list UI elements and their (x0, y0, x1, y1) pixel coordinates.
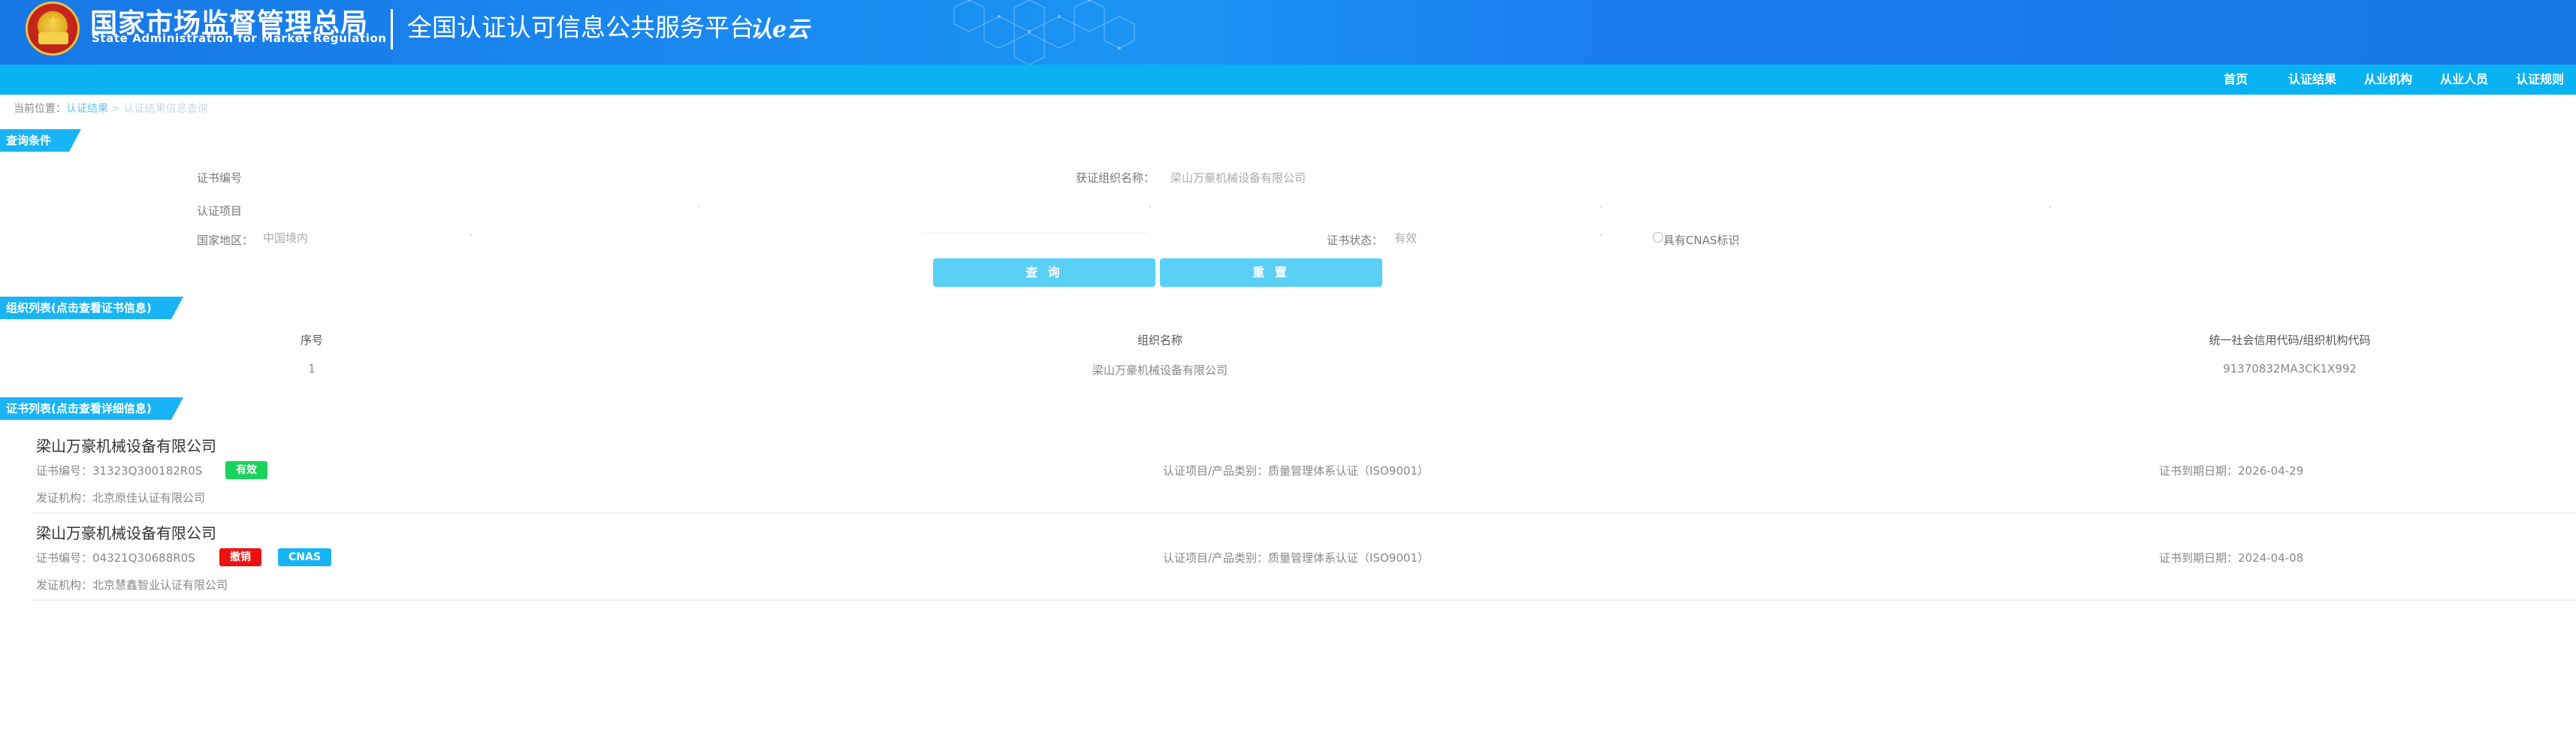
status-badge: 有效 (225, 461, 267, 479)
region-sub-select[interactable] (923, 233, 1148, 234)
cert-project: 认证项目/产品类别：质量管理体系认证（ISO9001） (1163, 464, 1429, 478)
cnas-badge: CNAS (278, 548, 331, 566)
cert-expiry: 证书到期日期：2026-04-29 (2159, 464, 2304, 478)
col-header-index: 序号 (300, 333, 324, 347)
cert-expiry: 证书到期日期：2024-04-08 (2159, 551, 2304, 565)
emblem-star-icon: ★ (46, 12, 61, 31)
national-emblem-icon: ★ (26, 2, 80, 56)
nav-item-home[interactable]: 首页 (2224, 65, 2248, 95)
hexagon-pattern-decoration (953, 0, 1135, 65)
cnas-checkbox[interactable] (1653, 232, 1663, 243)
cert-number: 证书编号：31323Q300182R0S (36, 464, 203, 478)
cert-org-name[interactable]: 梁山万豪机械设备有限公司 (36, 434, 216, 456)
breadcrumb: 当前位置：认证结果 > 认证结果信息查询 (14, 101, 208, 116)
region-select[interactable]: 中国境内 (263, 230, 308, 246)
row-index: 1 (308, 362, 316, 376)
cert-list-section-title: 证书列表(点击查看详细信息) (0, 397, 183, 420)
org-name-label: 获证组织名称： (1076, 171, 1155, 185)
field-divider (699, 206, 700, 207)
breadcrumb-current: 认证结果信息查询 (123, 103, 208, 115)
cert-issuer: 发证机构：北京慧鑫智业认证有限公司 (36, 578, 228, 592)
breadcrumb-prefix: 当前位置： (14, 103, 66, 115)
cnas-label: 具有CNAS标识 (1663, 234, 1740, 247)
cert-project: 认证项目/产品类别：质量管理体系认证（ISO9001） (1163, 551, 1429, 565)
field-divider (470, 234, 472, 236)
row-org-name[interactable]: 梁山万豪机械设备有限公司 (1092, 362, 1228, 378)
cert-card[interactable]: 梁山万豪机械设备有限公司 证书编号：04321Q30688R0S 撤销 CNAS… (32, 514, 2576, 601)
col-header-credit-code: 统一社会信用代码/组织机构代码 (2209, 333, 2371, 347)
main-nav: 首页 认证结果 从业机构 从业人员 认证规则 (0, 65, 2576, 95)
query-section-title: 查询条件 (0, 129, 81, 152)
breadcrumb-link[interactable]: 认证结果 (66, 103, 108, 115)
reset-button[interactable]: 重 置 (1160, 258, 1382, 287)
nav-item-agencies[interactable]: 从业机构 (2364, 65, 2412, 95)
nav-item-personnel[interactable]: 从业人员 (2440, 65, 2488, 95)
field-divider (1600, 206, 1602, 207)
brand-divider (391, 9, 393, 50)
project-select[interactable] (263, 203, 2351, 219)
status-badge: 撤销 (219, 548, 261, 566)
cert-number: 证书编号：04321Q30688R0S (36, 551, 195, 565)
org-list-section-title: 组织列表(点击查看证书信息) (0, 297, 183, 319)
nav-item-cert-results[interactable]: 认证结果 (2288, 65, 2336, 95)
field-divider (1149, 206, 1151, 207)
cert-no-input[interactable] (263, 170, 699, 186)
col-header-org-name: 组织名称 (1137, 333, 1183, 347)
field-divider (1600, 234, 1602, 236)
platform-logo: 认e云 (750, 17, 810, 43)
emblem-gate-icon (38, 32, 68, 44)
cert-org-name[interactable]: 梁山万豪机械设备有限公司 (36, 521, 216, 543)
status-label: 证书状态： (1327, 234, 1384, 247)
row-credit-code: 91370832MA3CK1X992 (2223, 362, 2357, 376)
status-select[interactable]: 有效 (1394, 230, 1417, 246)
header-banner: ★ 国家市场监督管理总局 State Administration for Ma… (0, 0, 2576, 65)
cert-no-label: 证书编号 (197, 171, 243, 185)
nav-item-rules[interactable]: 认证规则 (2516, 65, 2564, 95)
platform-title[interactable]: 全国认证认可信息公共服务平台 (407, 8, 754, 44)
search-button[interactable]: 查 询 (933, 258, 1155, 287)
org-name-en: State Administration for Market Regulati… (92, 32, 387, 45)
project-label: 认证项目 (197, 204, 243, 218)
cert-issuer: 发证机构：北京原佳认证有限公司 (36, 491, 206, 505)
breadcrumb-separator: > (108, 103, 124, 115)
org-name-input[interactable]: 梁山万豪机械设备有限公司 (1170, 170, 1306, 186)
field-divider (2049, 206, 2051, 207)
cert-card[interactable]: 梁山万豪机械设备有限公司 证书编号：31323Q300182R0S 有效 认证项… (32, 427, 2576, 514)
region-label: 国家地区： (197, 234, 254, 247)
